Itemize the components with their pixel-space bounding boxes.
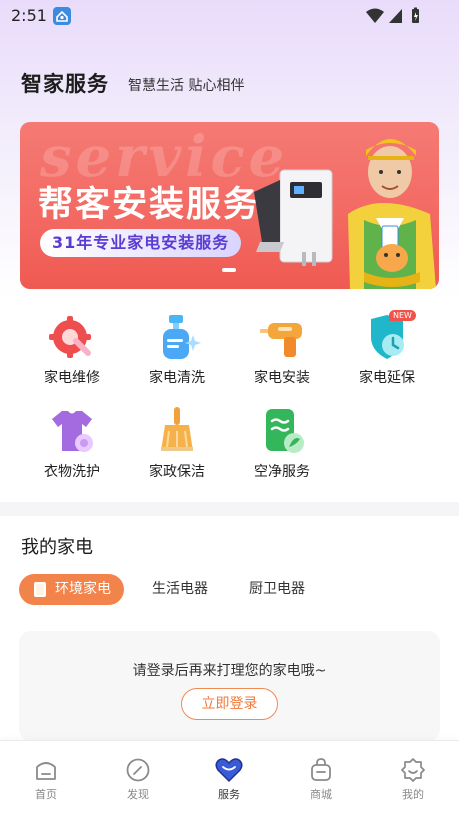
tab-life-appliances[interactable]: 生活电器 <box>152 574 208 605</box>
shield-clock-icon: NEW <box>363 310 416 361</box>
banner-technician-illustration <box>254 139 436 289</box>
signal-icon <box>389 9 402 23</box>
service-appliance-cleaning[interactable]: 家电清洗 <box>125 313 229 387</box>
shopping-bag-icon <box>311 758 331 781</box>
air-purifier-icon <box>258 407 306 455</box>
tab-environment-appliances[interactable]: 环境家电 <box>19 574 124 605</box>
new-badge: NEW <box>389 310 416 321</box>
service-label: 家电延保 <box>359 370 415 386</box>
promo-banner[interactable]: service 帮客安装服务 31年专业家电安装服务 <box>20 122 439 289</box>
section-divider <box>0 502 459 516</box>
banner-carousel-indicator <box>222 268 236 272</box>
spray-bottle-icon <box>153 313 201 361</box>
nav-label: 发现 <box>127 788 149 801</box>
compass-icon <box>126 758 150 782</box>
banner-tagline: 31年专业家电安装服务 <box>40 229 242 257</box>
appliance-icon <box>34 582 46 597</box>
shirt-icon <box>48 407 96 455</box>
repair-gear-icon <box>48 313 96 361</box>
nav-label: 商城 <box>310 788 332 801</box>
service-label: 家政保洁 <box>149 464 205 480</box>
page-title: 智家服务 <box>21 72 109 96</box>
drill-icon <box>258 313 306 361</box>
nav-service[interactable]: 服务 <box>199 757 259 802</box>
nav-label: 服务 <box>218 788 240 801</box>
my-appliances-title: 我的家电 <box>21 537 93 558</box>
login-prompt-text: 请登录后再来打理您的家电哦~ <box>132 663 327 679</box>
status-bar: 2:51 <box>0 0 459 32</box>
home-icon <box>36 762 56 780</box>
login-button[interactable]: 立即登录 <box>181 688 278 720</box>
login-prompt-card: 请登录后再来打理您的家电哦~ 立即登录 <box>19 631 440 741</box>
tab-label: 环境家电 <box>55 581 111 597</box>
tab-kitchen-bath-appliances[interactable]: 厨卫电器 <box>249 574 305 605</box>
service-label: 衣物洗护 <box>44 464 100 480</box>
tab-label: 厨卫电器 <box>249 581 305 597</box>
status-time: 2:51 <box>11 6 47 25</box>
wifi-icon <box>366 8 384 23</box>
nav-label: 我的 <box>402 788 424 801</box>
service-extended-warranty[interactable]: NEW 家电延保 <box>335 310 439 387</box>
app-notification-icon <box>53 7 71 25</box>
service-clothing-care[interactable]: 衣物洗护 <box>20 407 124 481</box>
nav-mall[interactable]: 商城 <box>291 757 351 802</box>
service-label: 家电安装 <box>254 370 310 386</box>
service-appliance-installation[interactable]: 家电安装 <box>230 313 334 387</box>
profile-icon <box>401 758 425 782</box>
nav-label: 首页 <box>35 788 57 801</box>
service-label: 家电维修 <box>44 370 100 386</box>
nav-discover[interactable]: 发现 <box>108 757 168 802</box>
heart-icon <box>215 758 243 783</box>
service-housekeeping[interactable]: 家政保洁 <box>125 407 229 481</box>
service-appliance-repair[interactable]: 家电维修 <box>20 313 124 387</box>
status-indicators <box>365 7 425 29</box>
banner-title: 帮客安装服务 <box>38 185 261 225</box>
page-subtitle: 智慧生活 贴心相伴 <box>128 78 245 94</box>
tab-label: 生活电器 <box>152 581 208 597</box>
service-label: 家电清洗 <box>149 370 205 386</box>
nav-home[interactable]: 首页 <box>16 757 76 802</box>
broom-icon <box>153 407 201 455</box>
bottom-navigation: 首页 发现 服务 商城 我的 <box>0 740 459 816</box>
service-air-purification[interactable]: 空净服务 <box>230 407 334 481</box>
service-label: 空净服务 <box>254 464 310 480</box>
nav-profile[interactable]: 我的 <box>383 757 443 802</box>
